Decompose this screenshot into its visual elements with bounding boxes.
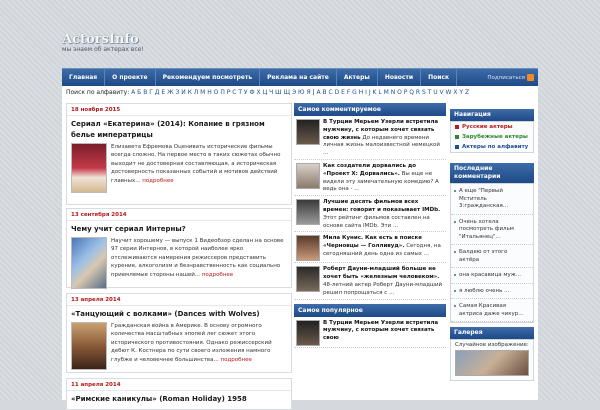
item-title[interactable]: Роберт Дауни-младший больше не хочет быт… xyxy=(323,266,439,280)
last-comments-box: А еще "Первый Мститель 3:гражданская... … xyxy=(450,183,534,323)
item-excerpt: Этот рейтинг фильмов составлен на основе… xyxy=(323,214,430,229)
list-item[interactable]: Мила Кунис. Как есть в поиске «Черновцы … xyxy=(294,232,446,264)
most-commented-title: Самое комментируемое xyxy=(294,103,446,116)
last-comments-title: Последние комментарии xyxy=(450,163,534,183)
nav-foreign-actors[interactable]: Зарубежные актеры xyxy=(451,132,533,142)
item-title[interactable]: В Турции Мерьем Узерли встретила мужчину… xyxy=(323,320,438,342)
nav-news[interactable]: Новости xyxy=(378,69,422,86)
subscribe-label: Подписаться xyxy=(487,74,525,81)
post-date: 13 сентября 2014 xyxy=(67,209,291,221)
square-bullet-icon xyxy=(455,145,459,149)
item-thumbnail[interactable] xyxy=(296,199,320,226)
sidebar: Навигация Русские актеры Зарубежные акте… xyxy=(450,109,534,381)
post-thumbnail[interactable] xyxy=(71,237,107,289)
comment-link[interactable]: Балдею от этого актёра xyxy=(451,245,533,268)
square-bullet-icon xyxy=(455,125,459,129)
post-excerpt: Научит хорошему — выпуск 1 Видеобзор сде… xyxy=(111,238,284,278)
gallery-title: Галерея xyxy=(450,327,534,339)
gallery-caption: Случайное изображение: xyxy=(455,342,529,348)
read-more-link[interactable]: подробнее xyxy=(202,272,233,278)
comment-link[interactable]: я люблю очень ... xyxy=(451,284,533,299)
post-thumbnail[interactable] xyxy=(71,322,107,370)
post-date: 13 апреля 2014 xyxy=(67,294,291,306)
nav-about[interactable]: О проекте xyxy=(105,69,156,86)
item-thumbnail[interactable] xyxy=(296,119,320,145)
site-tagline: мы знаем об актерах все! xyxy=(62,46,144,53)
alphabet-search: Поиск по алфавиту: А Б В Г Д Е Ж З И К Л… xyxy=(66,89,470,96)
nav-actors[interactable]: Актеры xyxy=(337,69,378,86)
rss-icon xyxy=(527,74,534,81)
post-title[interactable]: «Римские каникулы» (Roman Holiday) 1958 xyxy=(67,391,291,407)
navigation-title: Навигация xyxy=(450,109,534,121)
read-more-link[interactable]: подробнее xyxy=(142,178,173,184)
nav-ads[interactable]: Реклама на сайте xyxy=(260,69,337,86)
nav-recommend[interactable]: Рекомендуем посмотреть xyxy=(156,69,261,86)
subscribe-link[interactable]: Подписаться xyxy=(487,74,538,81)
post-item: 11 апреля 2014 «Римские каникулы» (Roman… xyxy=(66,378,292,410)
comment-link[interactable]: А еще "Первый Мститель 3:гражданская... xyxy=(451,184,533,215)
post-item: 13 сентября 2014 Чему учит сериал Интерн… xyxy=(66,208,292,289)
item-thumbnail[interactable] xyxy=(296,162,320,189)
post-title[interactable]: Сериал «Екатерина» (2014): Копание в гря… xyxy=(67,116,291,143)
navigation-box: Русские актеры Зарубежные актеры Актеры … xyxy=(450,121,534,153)
post-title[interactable]: «Танцующий с волками» (Dances with Wolve… xyxy=(67,306,291,322)
most-commented-widget: Самое комментируемое В Турции Мерьем Узе… xyxy=(294,103,446,348)
comment-link[interactable]: она красавица муж... xyxy=(451,268,533,284)
item-thumbnail[interactable] xyxy=(296,266,320,293)
list-item[interactable]: В Турции Мерьем Узерли встретила мужчину… xyxy=(294,317,446,348)
site-logo[interactable]: ActorsInfo xyxy=(62,32,139,47)
square-bullet-icon xyxy=(455,135,459,139)
list-item[interactable]: Лучшие десять фильмов всех времен: говор… xyxy=(294,196,446,233)
item-excerpt: 48-летний актер Роберт Дауни-младший реш… xyxy=(323,281,443,296)
list-item[interactable]: В Турции Мерьем Узерли встретила мужчину… xyxy=(294,116,446,160)
item-thumbnail[interactable] xyxy=(296,235,320,262)
read-more-link[interactable]: подробнее xyxy=(221,357,252,363)
nav-russian-actors[interactable]: Русские актеры xyxy=(451,122,533,132)
comment-link[interactable]: Самая Красивая актриса даже чикур... xyxy=(451,299,533,322)
post-thumbnail[interactable] xyxy=(71,143,107,193)
post-item: 18 ноября 2015 Сериал «Екатерина» (2014)… xyxy=(66,103,292,205)
item-thumbnail[interactable] xyxy=(296,319,320,346)
comment-link[interactable]: Очень хотела посмотреть фильм "Итальянец… xyxy=(451,215,533,245)
nav-alphabet-actors[interactable]: Актеры по алфавиту xyxy=(451,142,533,152)
post-title[interactable]: Чему учит сериал Интерны? xyxy=(67,221,291,237)
post-item: 13 апреля 2014 «Танцующий с волками» (Da… xyxy=(66,293,292,373)
alphabet-label: Поиск по алфавиту: xyxy=(66,89,130,96)
post-date: 18 ноября 2015 xyxy=(67,104,291,116)
alphabet-ru[interactable]: А Б В Г Д Е Ж З И К Л М Н О П Р С Т У Ф … xyxy=(131,89,310,96)
nav-search[interactable]: Поиск xyxy=(421,69,458,86)
post-excerpt: Елизавета Ефремова Оценивать исторически… xyxy=(111,144,281,184)
gallery-box: Случайное изображение: xyxy=(450,339,534,381)
main-nav: Главная О проекте Рекомендуем посмотреть… xyxy=(62,68,538,86)
most-popular-title: Самое популярное xyxy=(294,303,446,317)
item-title[interactable]: Лучшие десять фильмов всех времен: говор… xyxy=(323,199,440,213)
nav-home[interactable]: Главная xyxy=(62,69,106,86)
alphabet-en[interactable]: A B C D E F G H I J K L M N O P Q R S T … xyxy=(316,89,469,96)
post-date: 11 апреля 2014 xyxy=(67,379,291,391)
list-item[interactable]: Роберт Дауни-младший больше не хочет быт… xyxy=(294,263,446,300)
gallery-image[interactable] xyxy=(455,350,529,376)
list-item[interactable]: Как создатели дорвались до «Проект Х: До… xyxy=(294,160,446,197)
